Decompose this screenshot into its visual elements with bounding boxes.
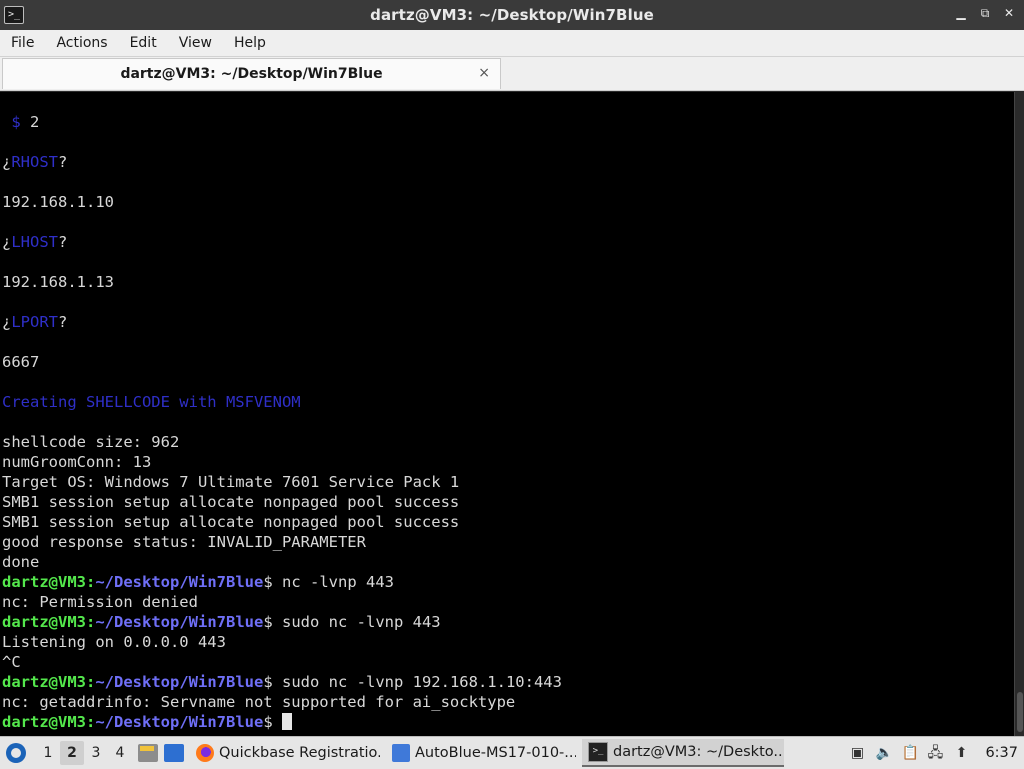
terminal-line: shellcode size: 962 [2,433,180,451]
tab-label: dartz@VM3: ~/Desktop/Win7Blue [120,66,383,82]
terminal-line: nc: getaddrinfo: Servname not supported … [2,693,516,711]
terminal-line: done [2,553,40,571]
menu-bar: File Actions Edit View Help [0,30,1024,57]
tab-bar: dartz@VM3: ~/Desktop/Win7Blue × [0,57,1024,91]
scroll-thumb[interactable] [1017,692,1023,732]
prompt-line: dartz@VM3:~/Desktop/Win7Blue$ sudo nc -l… [2,613,441,631]
menu-edit[interactable]: Edit [119,35,168,51]
text-cursor [282,713,293,730]
task-file-manager[interactable]: AutoBlue-MS17-010-... [386,740,576,766]
clock[interactable]: 6:37 [985,745,1018,761]
task-firefox[interactable]: Quickbase Registratio... [190,740,380,766]
task-label: dartz@VM3: ~/Deskto... [613,744,784,760]
menu-prompt: $ [2,113,21,131]
network-icon[interactable]: 🖧 [927,745,944,761]
firefox-icon [196,744,214,762]
prompt-line-active[interactable]: dartz@VM3:~/Desktop/Win7Blue$ [2,712,1014,732]
system-tray: ▣ 🔈 📋 🖧 ⬆ 6:37 [849,737,1024,769]
terminal-line: Target OS: Windows 7 Ultimate 7601 Servi… [2,473,460,491]
terminal-line: 192.168.1.10 [2,193,114,211]
terminal-line: ^C [2,653,21,671]
window-titlebar: >_ dartz@VM3: ~/Desktop/Win7Blue ▁ ⧉ ✕ [0,0,1024,30]
menu-file[interactable]: File [0,35,45,51]
restore-icon[interactable]: ⧉ [978,6,992,20]
show-desktop-icon[interactable] [164,744,184,762]
tab-terminal[interactable]: dartz@VM3: ~/Desktop/Win7Blue × [2,58,501,89]
volume-icon[interactable]: 🔈 [875,745,892,761]
prompt-user: dartz@VM3 [2,713,86,731]
terminal-line: numGroomConn: 13 [2,453,152,471]
updates-icon[interactable]: ⬆ [953,745,969,761]
terminal-scrollbar[interactable] [1014,92,1024,736]
clipboard-icon[interactable]: 📋 [901,745,918,761]
command-text: sudo nc -lvnp 192.168.1.10:443 [272,673,562,691]
prompt-path: ~/Desktop/Win7Blue [95,573,264,591]
taskbar: 1 2 3 4 Quickbase Registratio... AutoBlu… [0,736,1024,769]
input-value: 2 [20,113,40,131]
terminal-line: 6667 [2,353,40,371]
prompt-user: dartz@VM3 [2,573,86,591]
terminal-line: $ 2 [2,112,1014,132]
prompt-line: dartz@VM3:~/Desktop/Win7Blue$ nc -lvnp 4… [2,573,394,591]
prompt-user: dartz@VM3 [2,673,86,691]
window-title: dartz@VM3: ~/Desktop/Win7Blue [370,6,654,24]
menu-view[interactable]: View [168,35,223,51]
tab-close-icon[interactable]: × [478,65,490,81]
terminal-line: SMB1 session setup allocate nonpaged poo… [2,513,460,531]
file-manager-launcher-icon[interactable] [138,744,158,762]
prompt-path: ~/Desktop/Win7Blue [95,713,264,731]
terminal-icon: >_ [588,742,608,762]
start-menu-icon[interactable] [6,743,26,763]
window-controls: ▁ ⧉ ✕ [954,6,1016,20]
workspace-4[interactable]: 4 [108,741,132,765]
command-text: nc -lvnp 443 [272,573,394,591]
terminal-output[interactable]: $ 2 ¿RHOST? 192.168.1.10 ¿LHOST? 192.168… [0,92,1014,736]
task-label: Quickbase Registratio... [219,745,380,761]
terminal-line: SMB1 session setup allocate nonpaged poo… [2,493,460,511]
menu-actions[interactable]: Actions [45,35,118,51]
task-label: AutoBlue-MS17-010-... [415,745,576,761]
task-terminal[interactable]: >_ dartz@VM3: ~/Deskto... [582,739,784,767]
terminal-line: Listening on 0.0.0.0 443 [2,633,226,651]
workspace-3[interactable]: 3 [84,741,108,765]
terminal-line: 192.168.1.13 [2,273,114,291]
prompt-line: dartz@VM3:~/Desktop/Win7Blue$ sudo nc -l… [2,673,562,691]
menu-help[interactable]: Help [223,35,277,51]
terminal-line: ¿LPORT? [2,313,68,331]
workspace-1[interactable]: 1 [36,741,60,765]
prompt-path: ~/Desktop/Win7Blue [95,673,264,691]
terminal-line: Creating SHELLCODE with MSFVENOM [2,393,301,411]
command-text: sudo nc -lvnp 443 [272,613,441,631]
terminal-line: ¿LHOST? [2,233,68,251]
minimize-icon[interactable]: ▁ [954,6,968,20]
lport-label: LPORT [11,313,59,331]
folder-icon [392,744,410,762]
terminal-line: ¿RHOST? [2,153,68,171]
terminal-line: nc: Permission denied [2,593,198,611]
rhost-label: RHOST [11,153,59,171]
workspace-switcher: 1 2 3 4 [36,741,132,765]
lhost-label: LHOST [11,233,59,251]
prompt-user: dartz@VM3 [2,613,86,631]
prompt-path: ~/Desktop/Win7Blue [95,613,264,631]
notification-icon[interactable]: ▣ [849,745,865,761]
close-icon[interactable]: ✕ [1002,6,1016,20]
workspace-2[interactable]: 2 [60,741,84,765]
terminal-line: good response status: INVALID_PARAMETER [2,533,366,551]
